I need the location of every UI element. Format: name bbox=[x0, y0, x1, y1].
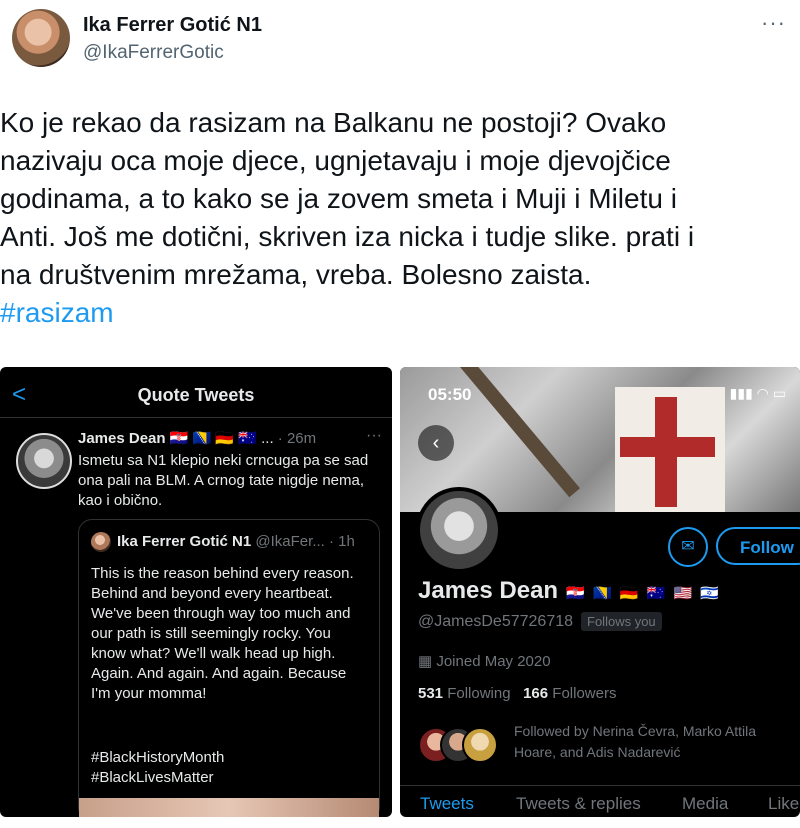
reply-text: Ismetu sa N1 klepio neki crncuga pa se s… bbox=[78, 452, 369, 509]
author-name[interactable]: Ika Ferrer Gotić N1 bbox=[83, 14, 262, 37]
profile-name-row: James Dean 🇭🇷 🇧🇦 🇩🇪 🇦🇺 🇺🇸 🇮🇱 bbox=[418, 577, 721, 605]
message-icon: ✉ bbox=[668, 527, 708, 567]
follow-stats: 531 Following 166 Followers bbox=[418, 685, 616, 702]
reply-time: · 26m bbox=[277, 430, 317, 447]
tweet-line: godinama, a to kako se ja zovem smeta i … bbox=[0, 183, 677, 214]
tab-tweets-replies: Tweets & replies bbox=[516, 794, 641, 813]
tweet-line: Ko je rekao da rasizam na Balkanu ne pos… bbox=[0, 107, 667, 138]
quote-tweets-screenshot[interactable]: < Quote Tweets James Dean 🇭🇷 🇧🇦 🇩🇪 🇦🇺 ..… bbox=[0, 367, 392, 817]
quote-tweets-title: Quote Tweets bbox=[137, 385, 255, 405]
mutual-followers-avatars bbox=[418, 727, 498, 763]
tweet-header: Ika Ferrer Gotić N1 @IkaFerrerGotic ··· bbox=[0, 0, 800, 90]
profile-screenshot[interactable]: 05:50 ▮▮▮ ◠ ▭ ‹ ✉ Follow James Dean 🇭🇷 🇧🇦… bbox=[400, 367, 800, 817]
more-options-icon[interactable]: ··· bbox=[761, 10, 786, 36]
profile-handle-row: @JamesDe57726718 Follows you bbox=[418, 612, 662, 631]
reply-flags: 🇭🇷 🇧🇦 🇩🇪 🇦🇺 ... bbox=[169, 430, 274, 447]
author-handle[interactable]: @IkaFerrerGotic bbox=[83, 42, 224, 64]
tab-tweets: Tweets bbox=[420, 794, 474, 813]
back-arrow-icon: ‹ bbox=[418, 425, 454, 461]
calendar-icon: ▦ bbox=[418, 653, 437, 670]
quoted-hashtags: #BlackHistoryMonth #BlackLivesMatter bbox=[91, 748, 224, 788]
reply-author-name: James Dean bbox=[78, 430, 166, 447]
status-time: 05:50 bbox=[428, 385, 472, 404]
reply-more-icon: ··· bbox=[366, 427, 382, 444]
quoted-header: Ika Ferrer Gotić N1 @IkaFer... · 1h bbox=[117, 533, 355, 550]
profile-flags: 🇭🇷 🇧🇦 🇩🇪 🇦🇺 🇺🇸 🇮🇱 bbox=[566, 585, 721, 602]
follow-button: Follow bbox=[716, 527, 800, 565]
profile-name: James Dean bbox=[418, 577, 559, 604]
quoted-handle: @IkaFer... bbox=[255, 533, 325, 550]
profile-tabs: Tweets Tweets & replies Media Likes bbox=[400, 785, 800, 817]
tweet-line: nazivaju oca moje djece, ugnjetavaju i m… bbox=[0, 145, 671, 176]
profile-avatar bbox=[416, 487, 502, 573]
following-label: Following bbox=[447, 685, 511, 702]
joined-date: ▦ Joined May 2020 bbox=[418, 652, 551, 670]
followers-count: 166 bbox=[523, 685, 549, 702]
quoted-tweet: Ika Ferrer Gotić N1 @IkaFer... · 1h This… bbox=[78, 519, 380, 817]
tweet-line: Anti. Još me dotični, skriven iza nicka … bbox=[0, 221, 695, 252]
hashtag-link[interactable]: #rasizam bbox=[0, 294, 790, 332]
followers-label: Followers bbox=[552, 685, 617, 702]
author-avatar[interactable] bbox=[12, 9, 70, 67]
avatar bbox=[462, 727, 498, 763]
banner-cross bbox=[620, 437, 715, 457]
quoted-image bbox=[79, 798, 379, 817]
following-count: 531 bbox=[418, 685, 444, 702]
reply-header: James Dean 🇭🇷 🇧🇦 🇩🇪 🇦🇺 ... · 26m bbox=[78, 429, 316, 447]
quoted-author-name: Ika Ferrer Gotić N1 bbox=[117, 533, 252, 550]
quoted-time: · 1h bbox=[329, 533, 355, 550]
quoted-hashtag: #BlackLivesMatter bbox=[91, 769, 214, 786]
quoted-text: This is the reason behind every reason. … bbox=[91, 565, 354, 702]
tweet-line: na društvenim mrežama, vreba. Bolesno za… bbox=[0, 259, 592, 290]
tab-media: Media bbox=[682, 794, 729, 813]
tab-likes: Likes bbox=[768, 794, 800, 813]
followed-by-text: Followed by Nerina Čevra, Marko Attila H… bbox=[514, 723, 756, 760]
profile-handle: @JamesDe57726718 bbox=[418, 613, 574, 630]
tweet-body: Ko je rekao da rasizam na Balkanu ne pos… bbox=[0, 104, 790, 332]
status-icons: ▮▮▮ ◠ ▭ bbox=[729, 385, 786, 401]
joined-text: Joined May 2020 bbox=[436, 653, 551, 670]
divider bbox=[0, 417, 392, 418]
quoted-hashtag: #BlackHistoryMonth bbox=[91, 749, 225, 766]
quoted-avatar bbox=[91, 532, 111, 552]
reply-avatar bbox=[16, 433, 72, 489]
follows-you-badge: Follows you bbox=[581, 612, 662, 631]
